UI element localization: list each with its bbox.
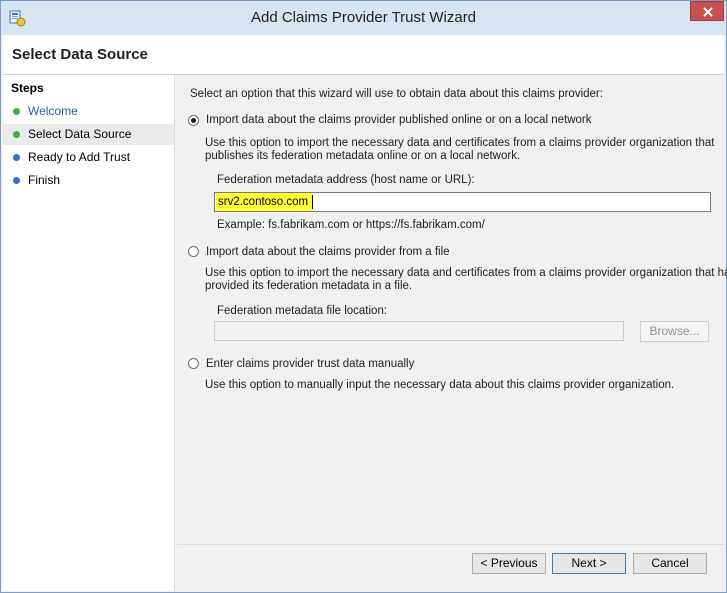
step-status-icon <box>13 108 20 115</box>
step-select-data-source: Select Data Source <box>3 124 174 145</box>
steps-title: Steps <box>11 81 44 95</box>
address-example-text: Example: fs.fabrikam.com or https://fs.f… <box>217 219 485 231</box>
close-icon <box>703 7 713 17</box>
federation-metadata-address-label: Federation metadata address (host name o… <box>217 174 475 186</box>
radio-enter-manually-label[interactable]: Enter claims provider trust data manuall… <box>206 358 414 370</box>
title-bar[interactable]: Add Claims Provider Trust Wizard <box>1 1 726 35</box>
step-label: Select Data Source <box>28 127 132 141</box>
previous-button[interactable]: < Previous <box>472 553 546 574</box>
wizard-window: Add Claims Provider Trust Wizard Select … <box>0 0 727 593</box>
radio-import-file-label[interactable]: Import data about the claims provider fr… <box>206 246 450 258</box>
radio-import-online-label[interactable]: Import data about the claims provider pu… <box>206 114 591 126</box>
step-welcome[interactable]: Welcome <box>3 101 174 122</box>
text-caret <box>312 195 313 209</box>
federation-metadata-file-label: Federation metadata file location: <box>217 305 388 317</box>
steps-panel: Steps Welcome Select Data Source Ready t… <box>3 75 175 591</box>
step-status-icon <box>13 154 20 161</box>
step-status-icon <box>13 131 20 138</box>
main-content: Select an option that this wizard will u… <box>177 75 727 542</box>
cancel-button[interactable]: Cancel <box>633 553 707 574</box>
intro-text: Select an option that this wizard will u… <box>190 88 603 100</box>
browse-button[interactable]: Browse... <box>640 321 709 342</box>
option-manual-description: Use this option to manually input the ne… <box>205 379 675 391</box>
wizard-footer: < Previous Next > Cancel <box>177 544 724 592</box>
option-online-description-2: publishes its federation metadata online… <box>205 150 521 162</box>
step-label: Finish <box>28 173 61 187</box>
step-status-icon <box>13 177 20 184</box>
page-title: Select Data Source <box>12 46 148 63</box>
radio-import-file[interactable] <box>188 246 199 257</box>
step-label: Welcome <box>28 104 78 118</box>
option-file-description: Use this option to import the necessary … <box>205 267 727 279</box>
federation-metadata-file-input[interactable] <box>214 321 624 341</box>
federation-metadata-address-input[interactable]: srv2.contoso.com <box>214 192 711 212</box>
federation-metadata-address-value: srv2.contoso.com <box>218 196 309 208</box>
window-title: Add Claims Provider Trust Wizard <box>250 9 477 26</box>
radio-enter-manually[interactable] <box>188 358 199 369</box>
step-label: Ready to Add Trust <box>28 150 131 164</box>
step-ready-to-add-trust: Ready to Add Trust <box>3 147 174 168</box>
page-header: Select Data Source <box>3 35 724 75</box>
option-file-description-2: provided its federation metadata in a fi… <box>205 280 413 292</box>
close-button[interactable] <box>690 1 724 21</box>
option-online-description: Use this option to import the necessary … <box>205 137 715 149</box>
next-button[interactable]: Next > <box>552 553 626 574</box>
step-finish: Finish <box>3 170 174 191</box>
radio-import-online[interactable] <box>188 115 199 126</box>
